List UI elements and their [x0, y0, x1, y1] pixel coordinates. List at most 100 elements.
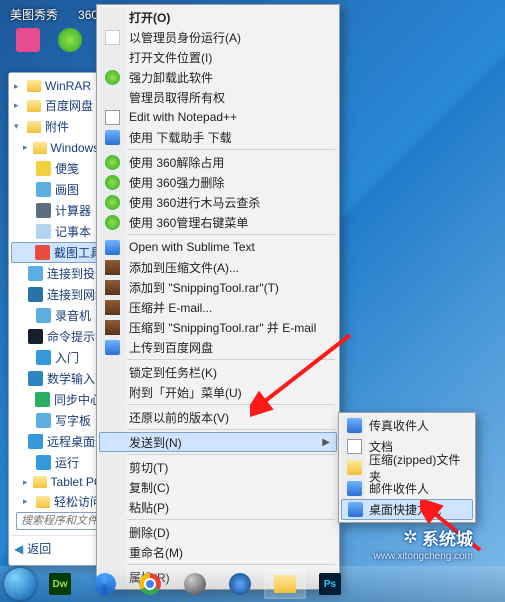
- start-button[interactable]: [4, 568, 36, 600]
- blank-icon: [104, 524, 120, 540]
- sendto-item[interactable]: 邮件收件人: [341, 478, 473, 499]
- context-label: 还原以前的版本(V): [129, 409, 229, 426]
- context-item[interactable]: 使用 下载助手 下载: [99, 127, 337, 147]
- sendto-item[interactable]: 传真收件人: [341, 415, 473, 436]
- context-label: 使用 360进行木马云查杀: [129, 194, 260, 211]
- rar-icon: [104, 279, 120, 295]
- context-item[interactable]: 强力卸载此软件: [99, 67, 337, 87]
- taskbar-dreamweaver[interactable]: Dw: [39, 569, 81, 599]
- context-item[interactable]: 删除(D): [99, 522, 337, 542]
- start-item[interactable]: ▸Windows 资: [11, 137, 105, 158]
- start-item[interactable]: 同步中心: [11, 389, 105, 410]
- chevron-icon: ▸: [14, 81, 22, 92]
- start-item[interactable]: ▾附件: [11, 116, 105, 137]
- start-item[interactable]: ▸轻松访问: [11, 491, 105, 512]
- separator: [127, 454, 335, 455]
- item-label: 记事本: [55, 223, 91, 240]
- separator: [127, 404, 335, 405]
- sendto-item[interactable]: 桌面快捷方式: [341, 499, 473, 520]
- context-item[interactable]: 使用 360解除占用: [99, 152, 337, 172]
- context-item[interactable]: 附到「开始」菜单(U): [99, 382, 337, 402]
- context-item[interactable]: 压缩并 E-mail...: [99, 297, 337, 317]
- start-item[interactable]: ▸百度网盘: [11, 95, 105, 116]
- rar-icon: [104, 259, 120, 275]
- 360-icon: [104, 154, 120, 170]
- start-item[interactable]: 计算器: [11, 200, 105, 221]
- context-item[interactable]: 剪切(T): [99, 457, 337, 477]
- start-item[interactable]: 写字板: [11, 410, 105, 431]
- chevron-icon: ▸: [23, 142, 28, 153]
- app-icon: [35, 245, 50, 260]
- context-item[interactable]: 使用 360管理右键菜单: [99, 212, 337, 232]
- app-icon: [36, 413, 51, 428]
- context-label: 强力卸载此软件: [129, 69, 213, 86]
- context-item[interactable]: 压缩到 "SnippingTool.rar" 并 E-mail: [99, 317, 337, 337]
- start-item[interactable]: 命令提示符: [11, 326, 105, 347]
- context-item[interactable]: 添加到压缩文件(A)...: [99, 257, 337, 277]
- start-item[interactable]: 连接到网络投: [11, 284, 105, 305]
- context-item[interactable]: 使用 360进行木马云查杀: [99, 192, 337, 212]
- context-item[interactable]: 发送到(N)▶: [99, 432, 337, 452]
- start-item[interactable]: 远程桌面连接: [11, 431, 105, 452]
- start-item[interactable]: ▸Tablet PC: [11, 473, 105, 491]
- context-item[interactable]: 使用 360强力删除: [99, 172, 337, 192]
- context-item[interactable]: 上传到百度网盘: [99, 337, 337, 357]
- start-item[interactable]: 便笺: [11, 158, 105, 179]
- app-icon: [36, 161, 51, 176]
- sendto-item[interactable]: 压缩(zipped)文件夹: [341, 457, 473, 478]
- app-icon: [28, 434, 43, 449]
- taskbar-app2[interactable]: [219, 569, 261, 599]
- separator: [127, 149, 335, 150]
- npp-icon: [104, 109, 120, 125]
- context-item[interactable]: 打开(O): [99, 7, 337, 27]
- item-label: WinRAR: [45, 79, 91, 93]
- start-item[interactable]: 录音机: [11, 305, 105, 326]
- start-item[interactable]: ▸ WinRAR: [11, 77, 105, 95]
- context-item[interactable]: 锁定到任务栏(K): [99, 362, 337, 382]
- context-label: 剪切(T): [129, 459, 168, 476]
- start-item[interactable]: 记事本: [11, 221, 105, 242]
- separator: [127, 564, 335, 565]
- context-label: Edit with Notepad++: [129, 110, 237, 124]
- start-item[interactable]: 连接到投影仪: [11, 263, 105, 284]
- meitu-icon[interactable]: [16, 28, 40, 52]
- context-item[interactable]: 还原以前的版本(V): [99, 407, 337, 427]
- start-item[interactable]: 画图: [11, 179, 105, 200]
- item-label: 附件: [45, 118, 69, 135]
- context-item[interactable]: 以管理员身份运行(A): [99, 27, 337, 47]
- taskbar-app[interactable]: [174, 569, 216, 599]
- start-item[interactable]: 运行: [11, 452, 105, 473]
- taskbar-ps[interactable]: Ps: [309, 569, 351, 599]
- separator: [127, 519, 335, 520]
- sendto-label: 传真收件人: [369, 417, 429, 434]
- folder-icon: [27, 80, 41, 92]
- context-item[interactable]: 打开文件位置(I): [99, 47, 337, 67]
- start-item[interactable]: 入门: [11, 347, 105, 368]
- taskbar-explorer[interactable]: [264, 569, 306, 599]
- taskbar-sogou[interactable]: [84, 569, 126, 599]
- taskbar-chrome[interactable]: [129, 569, 171, 599]
- item-label: 入门: [55, 349, 79, 366]
- back-button[interactable]: ◀返回: [11, 535, 105, 561]
- sendto-label: 邮件收件人: [369, 480, 429, 497]
- desktop-label: 美图秀秀: [10, 6, 58, 23]
- context-item[interactable]: 粘贴(P): [99, 497, 337, 517]
- 360-icon[interactable]: [58, 28, 82, 52]
- blank-icon: [104, 9, 120, 25]
- context-label: 附到「开始」菜单(U): [129, 384, 242, 401]
- start-item[interactable]: 截图工具: [11, 242, 105, 263]
- app-icon: [28, 266, 43, 281]
- context-item[interactable]: 复制(C): [99, 477, 337, 497]
- search-input[interactable]: [16, 512, 108, 530]
- app-icon: [36, 182, 51, 197]
- context-item[interactable]: Open with Sublime Text: [99, 237, 337, 257]
- dl-icon: [104, 129, 120, 145]
- baidu-icon: [104, 339, 120, 355]
- context-item[interactable]: Edit with Notepad++: [99, 107, 337, 127]
- zip-icon: [346, 460, 362, 476]
- context-item[interactable]: 管理员取得所有权: [99, 87, 337, 107]
- context-item[interactable]: 添加到 "SnippingTool.rar"(T): [99, 277, 337, 297]
- back-label: 返回: [27, 540, 51, 557]
- context-item[interactable]: 重命名(M): [99, 542, 337, 562]
- start-item[interactable]: 数学输入面板: [11, 368, 105, 389]
